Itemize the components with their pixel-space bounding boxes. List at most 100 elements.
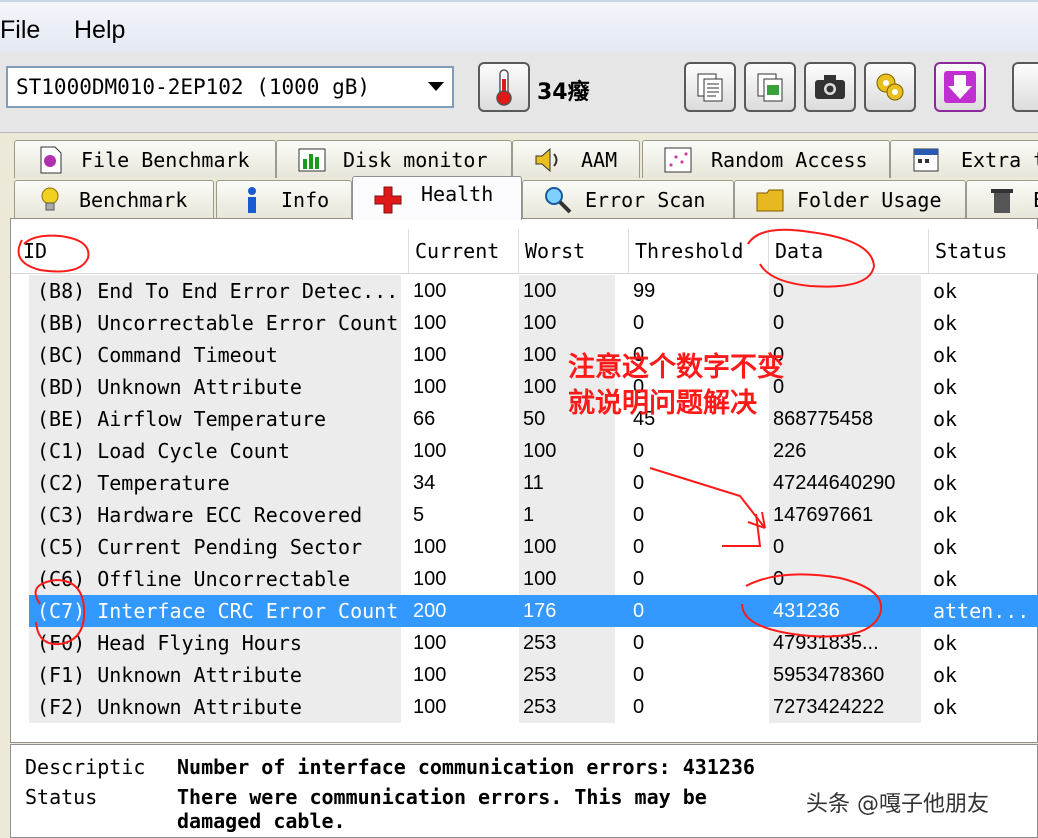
col-data[interactable]: Data [769,229,929,273]
cell-threshold: 0 [633,504,645,526]
health-cross-icon [374,186,402,214]
col-current[interactable]: Current [409,229,519,273]
cell-id: (BD) Unknown Attribute [29,371,401,403]
cell-worst: 100 [519,435,615,467]
cell-threshold: 0 [633,568,645,590]
table-row[interactable]: (BB) Uncorrectable Error Count 100 100 0 0 ok [29,307,1038,339]
tab-error-scan[interactable]: Error Scan [522,180,734,218]
cell-threshold: 0 [633,632,645,654]
cell-data: 226 [769,435,921,467]
random-access-icon [664,147,692,173]
cell-current: 100 [413,312,447,334]
table-row[interactable]: (BC) Command Timeout 100 100 0 0 ok [29,339,1038,371]
cell-status: ok [933,279,958,303]
table-row[interactable]: (F2) Unknown Attribute 100 253 0 7273424222 o… [29,691,1038,723]
table-row[interactable]: (F1) Unknown Attribute 100 253 0 5953478360 o… [29,659,1038,691]
cell-threshold: 0 [633,664,645,686]
table-header: ID Current Worst Threshold Data Status [11,229,1038,274]
cell-status: ok [933,503,958,527]
table-row[interactable]: (BD) Unknown Attribute 100 100 0 0 ok [29,371,1038,403]
cell-current: 5 [413,504,425,526]
cell-current: 100 [413,632,447,654]
cell-current: 100 [413,536,447,558]
trash-icon [991,189,1013,213]
cell-status: ok [933,311,958,335]
cell-status: atten... [933,599,1030,623]
cell-threshold: 0 [633,600,645,622]
save-button[interactable] [934,62,986,112]
cell-status: ok [933,567,958,591]
cell-current: 100 [413,664,447,686]
copy-text-button[interactable] [684,62,736,112]
cell-id: (C3) Hardware ECC Recovered [29,499,401,531]
table-row[interactable]: (C1) Load Cycle Count 100 100 0 226 ok [29,435,1038,467]
cell-worst: 253 [519,691,615,723]
cell-current: 100 [413,344,447,366]
cell-worst: 100 [519,275,615,307]
drive-select-value: ST1000DM010-2EP102 (1000 gB) [16,75,371,99]
table-row[interactable]: (C6) Offline Uncorrectable 100 100 0 0 ok [29,563,1038,595]
info-icon [248,187,256,213]
cell-threshold: 0 [633,440,645,462]
cell-worst: 11 [519,467,615,499]
save-down-icon [944,71,976,103]
tab-file-benchmark[interactable]: File Benchmark [14,140,276,178]
table-row-selected[interactable]: (C7) Interface CRC Error Count 200 176 0 431… [29,595,1038,627]
cell-worst: 100 [519,307,615,339]
health-panel: ID Current Worst Threshold Data Status (… [10,218,1038,743]
status-label: Status [25,785,98,809]
col-id[interactable]: ID [17,229,409,273]
cell-status: ok [933,343,958,367]
tab-folder-usage[interactable]: Folder Usage [734,180,966,218]
table-row[interactable]: (F0) Head Flying Hours 100 253 0 47931835...… [29,627,1038,659]
table-row[interactable]: (C5) Current Pending Sector 100 100 0 0 ok [29,531,1038,563]
cell-id: (B8) End To End Error Detec... [29,275,401,307]
cell-data: 47931835... [769,627,921,659]
table-row[interactable]: (C3) Hardware ECC Recovered 5 1 0 147697661 o… [29,499,1038,531]
col-worst[interactable]: Worst [519,229,629,273]
tab-health[interactable]: Health [352,176,522,220]
cell-status: ok [933,375,958,399]
cell-current: 66 [413,408,436,430]
description-label: Descriptic [25,755,146,779]
cell-threshold: 0 [633,472,645,494]
cell-current: 100 [413,376,447,398]
screenshot-button[interactable] [804,62,856,112]
copy-image-button[interactable] [744,62,796,112]
menu-file[interactable]: File [0,16,40,45]
temperature-button[interactable] [478,62,530,112]
status-text-line1: There were communication errors. This ma… [177,785,707,809]
cell-current: 100 [413,696,447,718]
tab-row-top: File Benchmark Disk monitor AAM Random A… [0,140,1038,180]
camera-icon [815,75,845,99]
tab-extra-tests[interactable]: Extra t [890,140,1038,178]
tab-disk-monitor[interactable]: Disk monitor [276,140,512,178]
options-icon [876,73,904,101]
options-button[interactable] [864,62,916,112]
drive-select[interactable]: ST1000DM010-2EP102 (1000 gB) [6,66,454,108]
tab-benchmark[interactable]: Benchmark [14,180,214,218]
tab-info[interactable]: Info [216,180,352,218]
chevron-down-icon[interactable] [428,82,444,91]
col-status[interactable]: Status [929,229,1038,273]
tab-random-access[interactable]: Random Access [642,140,890,178]
thermometer-icon [496,69,512,106]
cell-data: 47244640290 [769,467,921,499]
cell-status: ok [933,439,958,463]
cell-id: (F0) Head Flying Hours [29,627,401,659]
cell-worst: 1 [519,499,615,531]
tab-aam[interactable]: AAM [512,140,640,178]
status-text-line2: damaged cable. [177,809,346,833]
table-row[interactable]: (BE) Airflow Temperature 66 50 45 868775458 o… [29,403,1038,435]
cell-id: (BB) Uncorrectable Error Count [29,307,401,339]
tab-erase[interactable]: E [966,180,1038,218]
extra-toolbar-button[interactable] [1012,62,1038,112]
col-threshold[interactable]: Threshold [629,229,769,273]
table-row[interactable]: (C2) Temperature 34 11 0 47244640290 ok [29,467,1038,499]
table-row[interactable]: (B8) End To End Error Detec... 100 100 99 0 o… [29,275,1038,307]
cell-worst: 100 [519,531,615,563]
cell-status: ok [933,663,958,687]
menu-help[interactable]: Help [74,16,125,45]
cell-data: 0 [769,275,921,307]
watermark: 头条 @嘎子他朋友 [806,792,989,817]
